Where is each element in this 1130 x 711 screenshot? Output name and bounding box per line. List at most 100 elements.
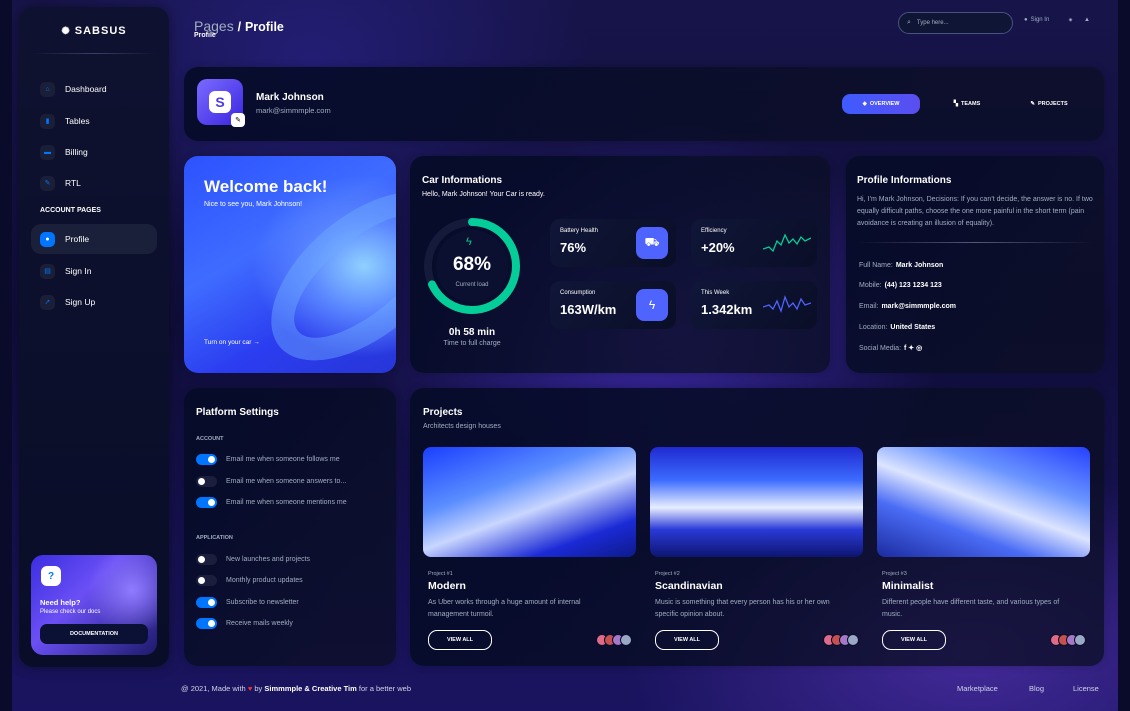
bolt-icon: ϟ: [636, 289, 668, 321]
sidebar-item-billing[interactable]: ▬ Billing: [31, 137, 157, 167]
avatar: [620, 634, 632, 646]
sidebar-item-tables[interactable]: ▮ Tables: [31, 106, 157, 136]
project-image[interactable]: [877, 447, 1090, 557]
project-number: Project #2: [655, 571, 680, 577]
decorative-blob: [87, 555, 157, 635]
toggle-switch[interactable]: [196, 497, 217, 508]
sidebar: ✺ SABSUS ⌂ Dashboard ▮ Tables ▬ Billing ✎ RTL…: [19, 7, 169, 667]
project-number: Project #1: [428, 571, 453, 577]
rocket-icon: ➚: [40, 294, 55, 310]
setting-row: Email me when someone mentions me: [196, 497, 347, 508]
info-full-name: Full Name: Mark Johnson: [859, 262, 944, 269]
profile-description: Hi, I’m Mark Johnson, Decisions: If you …: [857, 196, 1093, 227]
logo-icon: ✺: [61, 26, 71, 37]
breadcrumb-current: Profile: [244, 20, 284, 34]
projects-title: Projects: [423, 407, 463, 418]
car-icon: ⛟: [636, 227, 668, 259]
settings-title: Platform Settings: [196, 407, 279, 418]
footer-credit: @ 2021, Made with ♥ by Simmmple & Creati…: [181, 684, 412, 693]
teams-icon: ▚: [953, 101, 958, 107]
project-image[interactable]: [650, 447, 863, 557]
app-frame: ✺ SABSUS ⌂ Dashboard ▮ Tables ▬ Billing ✎ RTL…: [12, 0, 1118, 711]
documentation-button[interactable]: DOCUMENTATION: [40, 624, 148, 644]
projects-card: Projects Architects design houses Projec…: [410, 388, 1104, 666]
sidebar-item-sign-up[interactable]: ➚ Sign Up: [31, 287, 157, 317]
turn-on-car-link[interactable]: Turn on your car →: [204, 339, 260, 346]
setting-row: Receive mails weekly: [196, 618, 293, 629]
setting-row: Email me when someone answers to...: [196, 476, 346, 487]
project-name: Modern: [428, 580, 466, 592]
document-icon: ▤: [40, 263, 55, 279]
footer-authors[interactable]: Simmmple & Creative Tim: [264, 684, 356, 693]
home-icon: ⌂: [40, 81, 55, 97]
sidebar-item-profile[interactable]: ● Profile: [31, 224, 157, 254]
chart-icon: ▮: [40, 113, 55, 129]
social-icons[interactable]: f ✦ ◎: [904, 345, 922, 352]
settings-icon[interactable]: ✷: [1068, 17, 1073, 24]
view-all-button[interactable]: VIEW ALL: [428, 630, 492, 650]
welcome-subtitle: Nice to see you, Mark Johnson!: [204, 201, 303, 208]
view-all-button[interactable]: VIEW ALL: [655, 630, 719, 650]
sidebar-item-sign-in[interactable]: ▤ Sign In: [31, 256, 157, 286]
footer-link-blog[interactable]: Blog: [1029, 684, 1044, 693]
info-mobile: Mobile: (44) 123 1234 123: [859, 282, 942, 289]
wrench-icon: ✎: [40, 175, 55, 191]
setting-row: New launches and projects: [196, 554, 310, 565]
tab-teams[interactable]: ▚ TEAMS: [932, 94, 1002, 114]
profile-email: mark@simmmple.com: [256, 106, 331, 115]
setting-row: Email me when someone follows me: [196, 454, 340, 465]
tab-projects[interactable]: ✎ PROJECTS: [1010, 94, 1088, 114]
search-input[interactable]: ⌕ Type here...: [898, 12, 1013, 34]
project-description: Different people have different taste, a…: [882, 599, 1060, 618]
project-image[interactable]: [423, 447, 636, 557]
settings-section-application: APPLICATION: [196, 535, 233, 541]
setting-row: Subscribe to newsletter: [196, 597, 299, 608]
efficiency-sparkline: [763, 233, 811, 253]
stat-this-week: This Week 1.342km: [691, 281, 817, 329]
car-info-subtitle: Hello, Mark Johnson! Your Car is ready.: [422, 191, 545, 198]
toggle-switch[interactable]: [196, 476, 217, 487]
sidebar-item-rtl[interactable]: ✎ RTL: [31, 168, 157, 198]
toggle-switch[interactable]: [196, 554, 217, 565]
team-avatars: [823, 634, 859, 646]
info-email: Email: mark@simmmple.com: [859, 303, 956, 310]
setting-row: Monthly product updates: [196, 575, 303, 586]
profile-info-title: Profile Informations: [857, 175, 952, 186]
sidebar-section-title: ACCOUNT PAGES: [40, 207, 101, 214]
stat-label: Efficiency: [701, 228, 727, 234]
card-icon: ▬: [40, 144, 55, 160]
stat-label: This Week: [701, 290, 730, 296]
welcome-card: Welcome back! Nice to see you, Mark John…: [184, 156, 396, 373]
car-info-title: Car Informations: [422, 175, 503, 186]
stat-battery-health: Battery Health 76% ⛟: [550, 219, 676, 267]
user-icon: ●: [40, 231, 55, 247]
bolt-icon: ϟ: [466, 236, 472, 248]
footer-link-marketplace[interactable]: Marketplace: [957, 684, 998, 693]
car-info-card: Car Informations Hello, Mark Johnson! Yo…: [410, 156, 830, 373]
stat-label: Consumption: [560, 290, 596, 296]
help-card: ? Need help? Please check our docs DOCUM…: [31, 555, 157, 655]
toggle-switch[interactable]: [196, 618, 217, 629]
gauge-value: 68%: [452, 254, 492, 275]
help-subtitle: Please check our docs: [40, 609, 101, 615]
sign-in-link[interactable]: ● Sign In: [1024, 17, 1049, 23]
project-name: Scandinavian: [655, 580, 723, 592]
info-social-media: Social Media: f ✦ ◎: [859, 345, 923, 352]
stat-value: 163W/km: [560, 302, 617, 317]
toggle-switch[interactable]: [196, 597, 217, 608]
footer-link-license[interactable]: License: [1073, 684, 1099, 693]
toggle-switch[interactable]: [196, 575, 217, 586]
toggle-switch[interactable]: [196, 454, 217, 465]
tab-overview[interactable]: ◆ OVERVIEW: [842, 94, 920, 114]
page-title: Profile: [194, 32, 216, 39]
sidebar-item-dashboard[interactable]: ⌂ Dashboard: [31, 74, 157, 104]
settings-section-account: ACCOUNT: [196, 436, 224, 442]
edit-icon[interactable]: ✎: [231, 113, 245, 127]
avatar: [1074, 634, 1086, 646]
view-all-button[interactable]: VIEW ALL: [882, 630, 946, 650]
search-icon: ⌕: [907, 19, 911, 26]
bell-icon[interactable]: ▲: [1084, 17, 1090, 23]
team-avatars: [596, 634, 632, 646]
stat-value: 76%: [560, 240, 587, 255]
brand-logo[interactable]: ✺ SABSUS: [19, 25, 169, 37]
